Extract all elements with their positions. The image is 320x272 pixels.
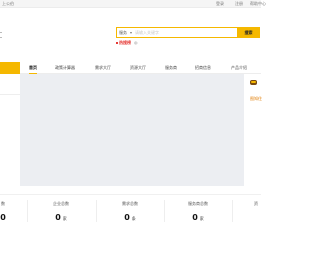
stat-label: 服务商总数 (188, 201, 208, 206)
main-nav: 首页 政策计算器 需求大厅 资源大厅 服务商 招商信息 产品介绍 (0, 62, 261, 74)
stat-label: 企业总数 (53, 201, 69, 206)
nav-service-providers[interactable]: 服务商 (165, 62, 177, 74)
nav-resource-hall[interactable]: 资源大厅 (130, 62, 146, 74)
category-panel (0, 74, 20, 186)
user-panel: 图知住 (246, 74, 262, 186)
hot-icon (116, 42, 118, 44)
stat-label: 需求总数 (122, 201, 138, 206)
nav-product-intro[interactable]: 产品介绍 (231, 62, 247, 74)
hot-search-label: 热搜榜 (119, 40, 131, 45)
login-link[interactable]: 登录 (216, 1, 224, 6)
register-link[interactable]: 注册 (235, 1, 243, 6)
stat-value: 0家 (55, 213, 67, 222)
nav-investment-info[interactable]: 招商信息 (195, 62, 211, 74)
user-panel-text[interactable]: 图知住 (250, 96, 262, 101)
stat-service-providers: 服务商总数 0家 (173, 201, 223, 223)
hot-search-item[interactable]: ◎ (134, 40, 138, 45)
nav-home[interactable]: 首页 (29, 62, 37, 74)
search-bar: 服务 搜索 (116, 27, 260, 38)
stat-enterprises: 企业总数 0家 (36, 201, 86, 223)
search-input[interactable] (135, 28, 235, 37)
page-bottom (0, 234, 261, 272)
hot-search: 热搜榜 ◎ (116, 40, 138, 45)
banner-carousel[interactable] (20, 74, 244, 195)
search-category-select[interactable]: 服务 (119, 30, 132, 35)
stat-partial-left: 数 0 (0, 201, 6, 222)
nav-policy-calculator[interactable]: 政策计算器 (55, 62, 75, 74)
stat-demands: 需求总数 0条 (105, 201, 155, 223)
stat-value: 0家 (192, 213, 204, 222)
carousel-dots[interactable] (138, 180, 150, 195)
category-menu-button[interactable] (0, 62, 20, 74)
stat-partial-right: 资 (254, 201, 258, 206)
top-bar-left-text: 上公伯 (2, 1, 14, 6)
logo-fragment (0, 30, 6, 44)
top-bar: 上公伯 登录 注册 帮助中心 (0, 0, 266, 8)
search-button[interactable]: 搜索 (237, 27, 260, 38)
stats-bar: 数 0 企业总数 0家 需求总数 0条 服务商总数 0家 资 (0, 194, 261, 234)
stat-value: 0条 (124, 213, 136, 222)
help-center-link[interactable]: 帮助中心 (250, 1, 266, 6)
divider (0, 94, 20, 95)
nav-demand-hall[interactable]: 需求大厅 (95, 62, 111, 74)
wallet-icon (250, 80, 257, 85)
